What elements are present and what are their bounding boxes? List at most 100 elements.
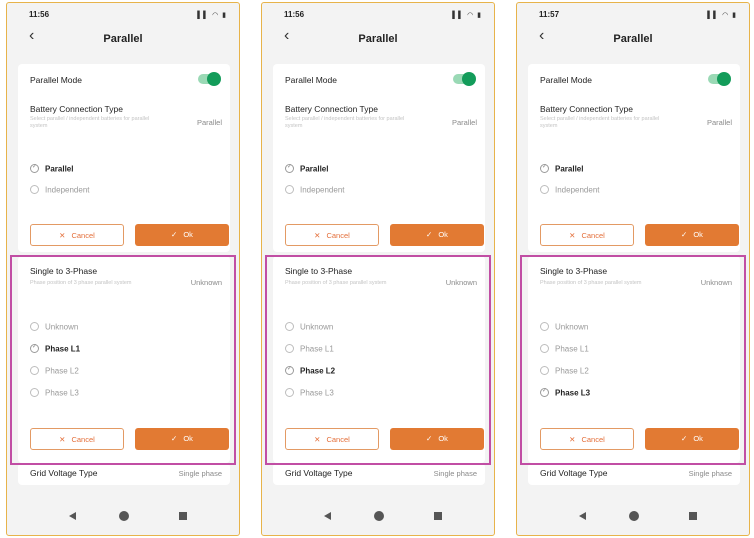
grid-voltage-card[interactable]: Grid Voltage Type Single phase (528, 463, 740, 485)
nav-recents-icon[interactable] (179, 512, 187, 520)
parallel-mode-label: Parallel Mode (540, 75, 592, 85)
option-phase-l3[interactable]: Phase L3 (30, 388, 79, 402)
nav-recents-icon[interactable] (689, 512, 697, 520)
parallel-mode-toggle[interactable] (198, 72, 221, 86)
option-phase-l2[interactable]: Phase L2 (30, 366, 79, 380)
cancel-button[interactable]: ✕ Cancel (540, 224, 634, 246)
nav-home-icon[interactable] (119, 511, 129, 521)
ok-button[interactable]: ✓ Ok (390, 224, 484, 246)
ok-button[interactable]: ✓ Ok (135, 224, 229, 246)
battery-connection-label: Battery Connection Type (30, 104, 123, 114)
phone-screen-3: 11:57 ▌▌ ◠ ▮ ‹ Parallel Parallel Mode Ba… (516, 2, 750, 536)
single-to-3phase-value: Unknown (445, 278, 477, 287)
single-to-3phase-value: Unknown (190, 278, 222, 287)
grid-voltage-label: Grid Voltage Type (30, 468, 98, 478)
radio-unchecked-icon (30, 366, 39, 376)
page-title: Parallel (613, 33, 653, 45)
grid-voltage-value: Single phase (688, 469, 732, 478)
nav-home-icon[interactable] (374, 511, 384, 521)
status-bar: 11:56 ▌▌ ◠ ▮ (21, 10, 227, 24)
parallel-mode-label: Parallel Mode (30, 75, 82, 85)
option-phase-l3[interactable]: Phase L3 (285, 388, 334, 402)
single-to-3phase-label: Single to 3-Phase (285, 266, 353, 276)
nav-home-icon[interactable] (629, 511, 639, 521)
status-icons: ▌▌ ◠ ▮ (707, 12, 737, 19)
parallel-mode-toggle[interactable] (453, 72, 476, 86)
status-time: 11:56 (29, 10, 50, 19)
option-phase-l2[interactable]: Phase L2 (285, 365, 335, 380)
close-icon: ✕ (59, 231, 66, 240)
radio-checked-icon (30, 343, 39, 354)
cancel-button[interactable]: ✕ Cancel (285, 428, 379, 450)
radio-checked-icon (540, 387, 549, 398)
status-bar: 11:57 ▌▌ ◠ ▮ (531, 10, 737, 24)
radio-checked-icon (285, 163, 294, 174)
option-unknown[interactable]: Unknown (285, 322, 333, 336)
option-independent[interactable]: Independent (30, 185, 90, 199)
option-parallel[interactable]: Parallel (285, 163, 328, 178)
ok-button[interactable]: ✓ Ok (645, 428, 739, 450)
ok-button[interactable]: ✓ Ok (645, 224, 739, 246)
toggle-knob (207, 72, 221, 86)
page-title: Parallel (103, 33, 143, 45)
radio-checked-icon (540, 163, 549, 174)
check-icon: ✓ (426, 230, 433, 239)
option-unknown[interactable]: Unknown (30, 322, 78, 336)
single-to-3phase-desc: Phase position of 3 phase parallel syste… (285, 280, 387, 286)
radio-unchecked-icon (540, 344, 549, 354)
option-phase-l1[interactable]: Phase L1 (540, 344, 589, 358)
radio-unchecked-icon (285, 344, 294, 354)
toggle-knob (717, 72, 731, 86)
cancel-button[interactable]: ✕ Cancel (30, 428, 124, 450)
radio-unchecked-icon (285, 322, 294, 332)
ok-button[interactable]: ✓ Ok (390, 428, 484, 450)
single-to-3phase-value: Unknown (700, 278, 732, 287)
option-independent[interactable]: Independent (285, 185, 345, 199)
phone-screen-2: 11:56 ▌▌ ◠ ▮ ‹ Parallel Parallel Mode Ba… (261, 2, 495, 536)
ok-button[interactable]: ✓ Ok (135, 428, 229, 450)
option-unknown[interactable]: Unknown (540, 322, 588, 336)
android-nav-bar (7, 503, 239, 533)
grid-voltage-card[interactable]: Grid Voltage Type Single phase (273, 463, 485, 485)
option-phase-l3[interactable]: Phase L3 (540, 387, 590, 402)
toggle-knob (462, 72, 476, 86)
phase-settings-card: Single to 3-Phase Unknown Phase position… (18, 256, 230, 463)
option-phase-l1[interactable]: Phase L1 (30, 343, 80, 358)
status-time: 11:57 (539, 10, 560, 19)
nav-back-icon[interactable] (579, 512, 586, 520)
option-parallel[interactable]: Parallel (540, 163, 583, 178)
grid-voltage-card[interactable]: Grid Voltage Type Single phase (18, 463, 230, 485)
battery-connection-label: Battery Connection Type (540, 104, 633, 114)
option-parallel[interactable]: Parallel (30, 163, 73, 178)
status-bar: 11:56 ▌▌ ◠ ▮ (276, 10, 482, 24)
parallel-mode-toggle[interactable] (708, 72, 731, 86)
nav-back-icon[interactable] (324, 512, 331, 520)
option-phase-l1[interactable]: Phase L1 (285, 344, 334, 358)
android-nav-bar (517, 503, 749, 533)
status-icons: ▌▌ ◠ ▮ (197, 12, 227, 19)
cancel-button[interactable]: ✕ Cancel (540, 428, 634, 450)
single-to-3phase-label: Single to 3-Phase (540, 266, 608, 276)
option-independent[interactable]: Independent (540, 185, 600, 199)
status-icons: ▌▌ ◠ ▮ (452, 12, 482, 19)
nav-back-icon[interactable] (69, 512, 76, 520)
cancel-button[interactable]: ✕ Cancel (285, 224, 379, 246)
option-phase-l2[interactable]: Phase L2 (540, 366, 589, 380)
radio-unchecked-icon (30, 388, 39, 398)
check-icon: ✓ (171, 434, 178, 443)
battery-connection-label: Battery Connection Type (285, 104, 378, 114)
close-icon: ✕ (59, 435, 66, 444)
single-to-3phase-label: Single to 3-Phase (30, 266, 98, 276)
cancel-button[interactable]: ✕ Cancel (30, 224, 124, 246)
grid-voltage-value: Single phase (178, 469, 222, 478)
radio-unchecked-icon (540, 185, 549, 195)
radio-checked-icon (285, 365, 294, 376)
grid-voltage-value: Single phase (433, 469, 477, 478)
battery-connection-desc: Select parallel / independent batteries … (540, 116, 660, 129)
radio-unchecked-icon (285, 185, 294, 195)
radio-unchecked-icon (285, 388, 294, 398)
close-icon: ✕ (569, 435, 576, 444)
nav-recents-icon[interactable] (434, 512, 442, 520)
phase-settings-card: Single to 3-Phase Unknown Phase position… (273, 256, 485, 463)
phase-settings-card: Single to 3-Phase Unknown Phase position… (528, 256, 740, 463)
